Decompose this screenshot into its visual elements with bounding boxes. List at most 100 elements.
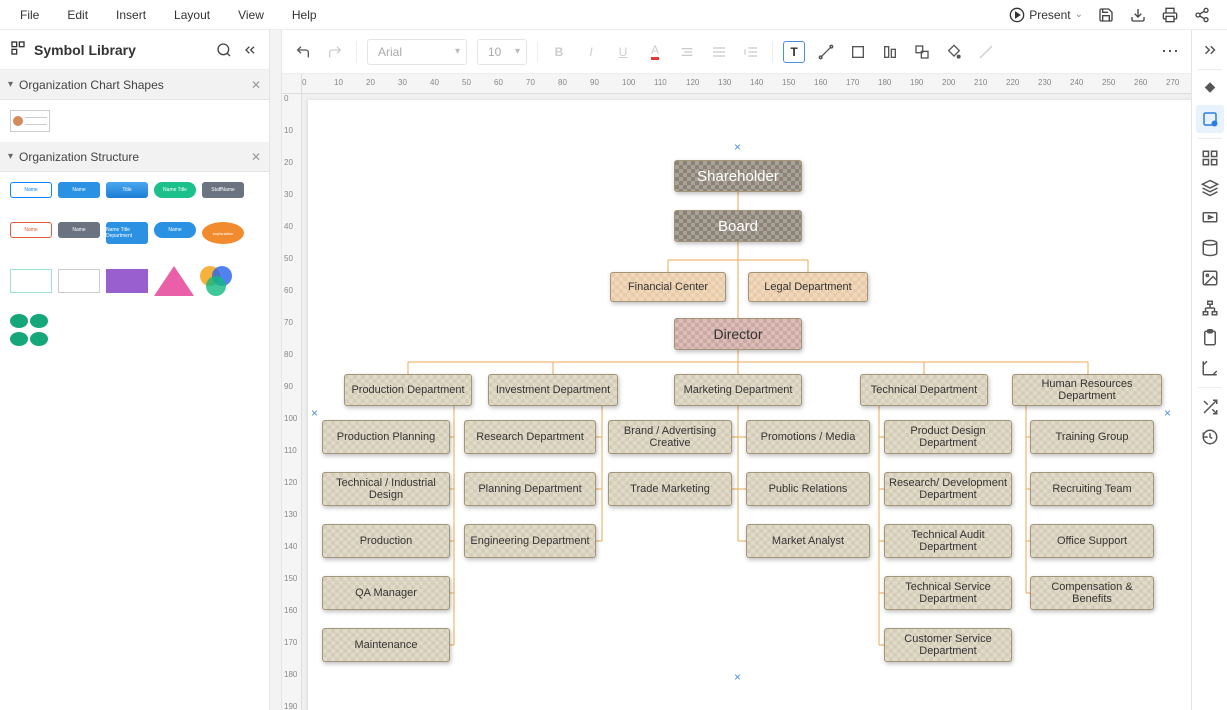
shape-thumb[interactable]: Name [154,222,196,238]
node-office-support[interactable]: Office Support [1030,524,1154,558]
node-board[interactable]: Board [674,210,802,242]
node-director[interactable]: Director [674,318,802,350]
node-legal-department[interactable]: Legal Department [748,272,868,302]
shape-thumb[interactable]: Title [106,182,148,198]
pen-button[interactable] [975,41,997,63]
page[interactable]: × × × × Shareholder Board Financial Cent… [308,100,1191,710]
node-customer-service-dept[interactable]: Customer Service Department [884,628,1012,662]
slides-panel-icon[interactable] [1196,204,1224,232]
node-public-relations[interactable]: Public Relations [746,472,870,506]
shape-thumb[interactable]: explanation [202,222,244,244]
node-production-planning[interactable]: Production Planning [322,420,450,454]
shape-thumb[interactable]: Name [10,222,52,238]
shape-thumb[interactable] [58,269,100,293]
highlight-button[interactable] [676,41,698,63]
data-panel-icon[interactable] [1196,234,1224,262]
node-technical-industrial-design[interactable]: Technical / Industrial Design [322,472,450,506]
shape-thumb[interactable]: Name Title [154,182,196,198]
menu-layout[interactable]: Layout [160,0,224,30]
splitter[interactable] [270,30,282,710]
shape-thumb[interactable] [10,269,52,293]
node-production[interactable]: Production [322,524,450,558]
clipboard-panel-icon[interactable] [1196,324,1224,352]
bold-button[interactable]: B [548,41,570,63]
image-panel-icon[interactable] [1196,264,1224,292]
node-investment-department[interactable]: Investment Department [488,374,618,406]
menu-file[interactable]: File [6,0,53,30]
section-org-chart-shapes[interactable]: ▾ Organization Chart Shapes ✕ [0,70,269,100]
print-icon[interactable] [1161,6,1179,24]
search-icon[interactable] [215,41,233,59]
line-spacing-button[interactable] [740,41,762,63]
menu-help[interactable]: Help [278,0,331,30]
node-financial-center[interactable]: Financial Center [610,272,726,302]
more-button[interactable]: ⋯ [1161,41,1181,62]
shape-tool-button[interactable] [847,41,869,63]
undo-button[interactable] [292,41,314,63]
connector-tool-button[interactable] [815,41,837,63]
selection-handle-bottom[interactable]: × [734,670,741,684]
shape-thumb[interactable]: Name [58,222,100,238]
node-marketing-department[interactable]: Marketing Department [674,374,802,406]
transform-panel-icon[interactable] [1196,354,1224,382]
italic-button[interactable]: I [580,41,602,63]
sitemap-panel-icon[interactable] [1196,294,1224,322]
group-button[interactable] [911,41,933,63]
font-name-select[interactable]: Arial [367,39,467,65]
canvas[interactable]: × × × × Shareholder Board Financial Cent… [302,94,1191,710]
layers-panel-icon[interactable] [1196,174,1224,202]
menu-edit[interactable]: Edit [53,0,102,30]
shape-thumb[interactable]: Name [10,182,52,198]
align-objects-button[interactable] [879,41,901,63]
align-button[interactable] [708,41,730,63]
shape-panel-icon[interactable] [1196,105,1224,133]
node-promotions-media[interactable]: Promotions / Media [746,420,870,454]
node-qa-manager[interactable]: QA Manager [322,576,450,610]
grid-panel-icon[interactable] [1196,144,1224,172]
expand-right-icon[interactable] [1196,36,1224,64]
text-tool-button[interactable]: T [783,41,805,63]
node-hr-department[interactable]: Human Resources Department [1012,374,1162,406]
selection-handle-left[interactable]: × [311,406,318,420]
node-production-department[interactable]: Production Department [344,374,472,406]
node-market-analyst[interactable]: Market Analyst [746,524,870,558]
selection-handle-top[interactable]: × [734,140,741,154]
section-org-structure[interactable]: ▾ Organization Structure ✕ [0,142,269,172]
shape-thumb[interactable]: Name [58,182,100,198]
node-maintenance[interactable]: Maintenance [322,628,450,662]
download-icon[interactable] [1129,6,1147,24]
node-trade-marketing[interactable]: Trade Marketing [608,472,732,506]
node-product-design-dept[interactable]: Product Design Department [884,420,1012,454]
close-icon[interactable]: ✕ [251,150,261,164]
shape-thumb-card[interactable] [10,110,50,132]
menu-view[interactable]: View [224,0,278,30]
close-icon[interactable]: ✕ [251,78,261,92]
underline-button[interactable]: U [612,41,634,63]
selection-handle-right[interactable]: × [1164,406,1171,420]
collapse-left-icon[interactable] [241,41,259,59]
save-icon[interactable] [1097,6,1115,24]
node-tech-audit-dept[interactable]: Technical Audit Department [884,524,1012,558]
node-planning-department[interactable]: Planning Department [464,472,596,506]
shape-thumb[interactable] [10,314,50,349]
font-color-button[interactable]: A [644,41,666,63]
fill-button[interactable] [943,41,965,63]
node-brand-advertising[interactable]: Brand / Advertising Creative [608,420,732,454]
shape-thumb[interactable] [154,266,194,296]
node-training-group[interactable]: Training Group [1030,420,1154,454]
node-comp-benefits[interactable]: Compensation & Benefits [1030,576,1154,610]
redo-button[interactable] [324,41,346,63]
shape-thumb[interactable] [106,269,148,293]
node-shareholder[interactable]: Shareholder [674,160,802,192]
history-panel-icon[interactable] [1196,423,1224,451]
node-engineering-department[interactable]: Engineering Department [464,524,596,558]
node-technical-department[interactable]: Technical Department [860,374,988,406]
shape-thumb[interactable]: StaffName [202,182,244,198]
node-recruiting-team[interactable]: Recruiting Team [1030,472,1154,506]
fill-panel-icon[interactable] [1196,75,1224,103]
present-button[interactable]: Present ⌄ [1009,7,1083,23]
shuffle-panel-icon[interactable] [1196,393,1224,421]
shape-thumb[interactable] [200,266,240,296]
node-tech-service-dept[interactable]: Technical Service Department [884,576,1012,610]
font-size-select[interactable]: 10 [477,39,527,65]
